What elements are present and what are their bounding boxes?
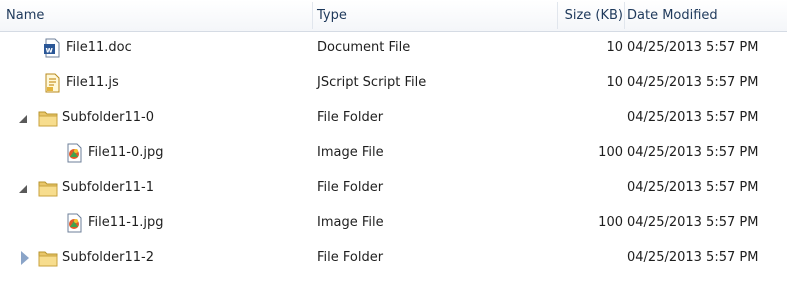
expanded-arrow-icon[interactable] xyxy=(19,185,27,193)
type-cell: File Folder xyxy=(317,180,384,195)
size-cell: 10 xyxy=(606,40,623,55)
size-cell xyxy=(560,101,623,136)
script-file-icon xyxy=(45,73,60,93)
type-cell: Image File xyxy=(317,145,384,160)
folder-name: Subfolder11-0 xyxy=(62,110,154,125)
date-modified-cell: 04/25/2013 5:57 PM xyxy=(627,215,759,230)
name-cell: File11-0.jpg xyxy=(0,136,312,171)
table-row[interactable]: File11-0.jpg Image File 100 04/25/2013 5… xyxy=(0,136,787,171)
size-cell: 100 xyxy=(598,215,623,230)
date-modified-cell: 04/25/2013 5:57 PM xyxy=(627,40,759,55)
type-cell: Image File xyxy=(317,215,384,230)
name-cell: File11-1.jpg xyxy=(0,206,312,241)
table-row[interactable]: File11.js JScript Script File 10 04/25/2… xyxy=(0,66,787,101)
type-cell: JScript Script File xyxy=(317,75,427,90)
column-divider[interactable] xyxy=(557,2,558,29)
size-cell: 100 xyxy=(598,145,623,160)
folder-name: Subfolder11-2 xyxy=(62,250,154,265)
date-modified-cell: 04/25/2013 5:57 PM xyxy=(627,250,759,265)
column-header-size[interactable]: Size (KB) xyxy=(560,0,623,31)
folder-icon xyxy=(38,251,58,267)
folder-icon xyxy=(38,181,58,197)
column-header-type[interactable]: Type xyxy=(317,0,347,31)
date-modified-cell: 04/25/2013 5:57 PM xyxy=(627,75,759,90)
column-header-date-modified[interactable]: Date Modified xyxy=(627,0,718,31)
name-cell: Subfolder11-2 xyxy=(0,241,312,276)
collapsed-arrow-icon[interactable] xyxy=(21,251,29,265)
table-row[interactable]: Subfolder11-1 File Folder 04/25/2013 5:5… xyxy=(0,171,787,206)
file-tree-grid: Name Type Size (KB) Date Modified w File… xyxy=(0,0,787,289)
word-doc-icon: w xyxy=(44,38,60,58)
name-cell: Subfolder11-0 xyxy=(0,101,312,136)
date-modified-cell: 04/25/2013 5:57 PM xyxy=(627,145,759,160)
file-name: File11-0.jpg xyxy=(88,145,164,160)
file-name: File11-1.jpg xyxy=(88,215,164,230)
name-cell: Subfolder11-1 xyxy=(0,171,312,206)
image-file-icon xyxy=(67,143,82,163)
name-cell: File11.js xyxy=(0,66,312,101)
table-row[interactable]: File11-1.jpg Image File 100 04/25/2013 5… xyxy=(0,206,787,241)
image-file-icon xyxy=(67,213,82,233)
type-cell: File Folder xyxy=(317,250,384,265)
size-cell xyxy=(560,241,623,276)
table-row[interactable]: w File11.doc Document File 10 04/25/2013… xyxy=(0,31,787,66)
type-cell: File Folder xyxy=(317,110,384,125)
name-cell: w File11.doc xyxy=(0,31,312,66)
type-cell: Document File xyxy=(317,40,411,55)
file-name: File11.js xyxy=(66,75,119,90)
svg-text:w: w xyxy=(46,46,54,55)
folder-name: Subfolder11-1 xyxy=(62,180,154,195)
table-row[interactable]: Subfolder11-2 File Folder 04/25/2013 5:5… xyxy=(0,241,787,276)
date-modified-cell: 04/25/2013 5:57 PM xyxy=(627,110,759,125)
expanded-arrow-icon[interactable] xyxy=(19,115,27,123)
size-cell: 10 xyxy=(606,75,623,90)
date-modified-cell: 04/25/2013 5:57 PM xyxy=(627,180,759,195)
file-name: File11.doc xyxy=(66,40,132,55)
column-divider[interactable] xyxy=(624,2,625,29)
size-cell xyxy=(560,171,623,206)
column-header-row: Name Type Size (KB) Date Modified xyxy=(0,0,787,32)
column-divider[interactable] xyxy=(312,2,313,29)
folder-icon xyxy=(38,111,58,127)
table-row[interactable]: Subfolder11-0 File Folder 04/25/2013 5:5… xyxy=(0,101,787,136)
column-header-name[interactable]: Name xyxy=(6,0,44,31)
